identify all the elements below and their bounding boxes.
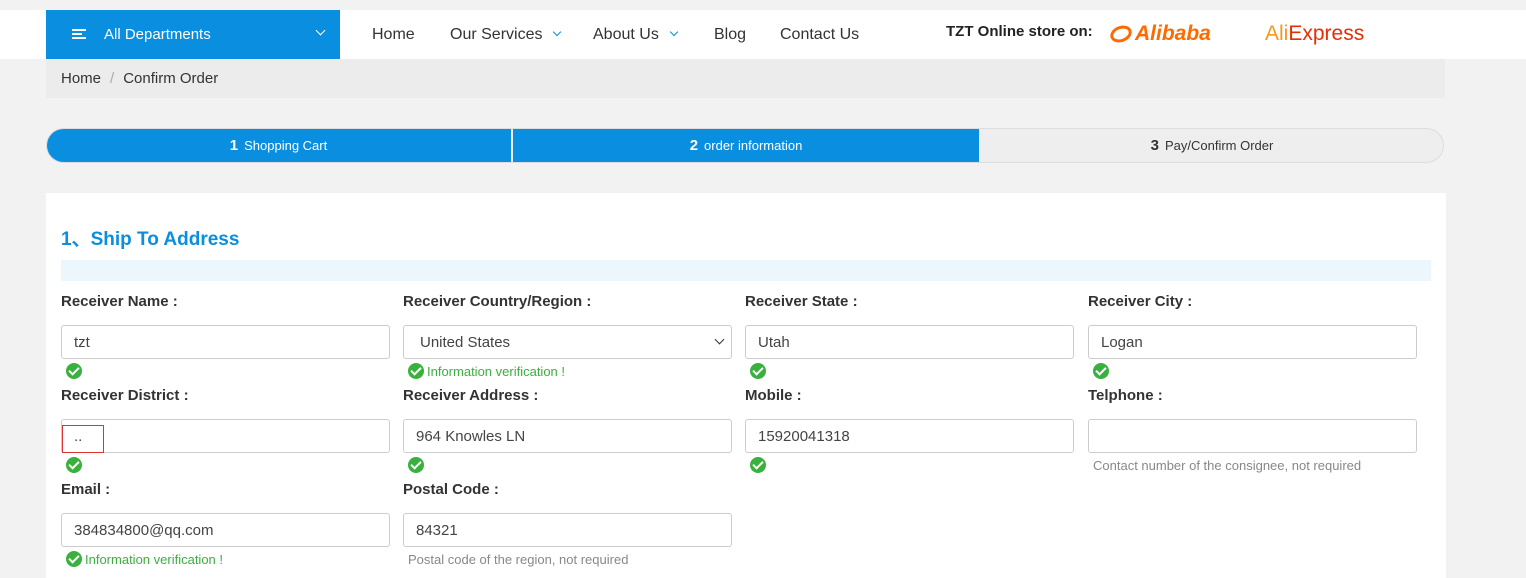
step-number: 3 — [1150, 137, 1159, 154]
postal-code-input[interactable]: 84321 — [403, 513, 732, 547]
nav-our-services-label: Our Services — [450, 25, 543, 43]
aliexpress-label-ali: Ali — [1265, 22, 1289, 45]
breadcrumb: Home / Confirm Order — [46, 59, 1445, 98]
country-verification-message: Information verification ! — [427, 363, 566, 379]
step-shopping-cart[interactable]: 1 Shopping Cart — [47, 129, 511, 162]
check-circle-icon — [66, 363, 82, 379]
email-input[interactable]: 384834800@qq.com — [61, 513, 390, 547]
all-departments-button[interactable]: All Departments — [46, 10, 340, 59]
receiver-district-group: Receiver District : .. — [61, 387, 390, 474]
nav-blog[interactable]: Blog — [714, 10, 746, 59]
top-navigation-bar: All Departments Home Our Services About … — [0, 0, 1526, 59]
receiver-state-group: Receiver State : Utah — [745, 293, 1074, 380]
step-label: Shopping Cart — [244, 138, 328, 153]
postal-code-label: Postal Code : — [403, 481, 499, 498]
receiver-address-label: Receiver Address : — [403, 387, 539, 404]
receiver-city-label: Receiver City : — [1088, 293, 1193, 310]
email-label: Email : — [61, 481, 111, 498]
alibaba-link[interactable]: Alibaba — [1107, 22, 1211, 46]
online-store-label: TZT Online store on: — [946, 23, 1093, 40]
telephone-group: Telphone : Contact number of the consign… — [1088, 387, 1417, 474]
email-value: 384834800@qq.com — [74, 521, 214, 539]
chevron-down-icon — [714, 334, 725, 345]
receiver-district-label: Receiver District : — [61, 387, 189, 404]
receiver-district-input[interactable]: .. — [61, 419, 390, 453]
step-label: order information — [704, 138, 803, 153]
email-verification-message: Information verification ! — [85, 551, 224, 567]
step-label: Pay/Confirm Order — [1164, 138, 1274, 153]
check-circle-icon — [750, 457, 766, 473]
breadcrumb-current: Confirm Order — [123, 70, 219, 87]
menu-icon — [72, 29, 86, 40]
focus-highlight-box — [62, 425, 104, 453]
step-pay-confirm-order: 3 Pay/Confirm Order — [979, 129, 1443, 162]
receiver-city-value: Logan — [1101, 333, 1143, 351]
mobile-label: Mobile : — [745, 387, 802, 404]
check-circle-icon — [408, 457, 424, 473]
mobile-input[interactable]: 15920041318 — [745, 419, 1074, 453]
receiver-address-value: 964 Knowles LN — [416, 427, 526, 445]
chevron-down-icon — [669, 27, 679, 37]
check-circle-icon — [66, 551, 82, 567]
chevron-down-icon — [315, 25, 326, 36]
all-departments-label: All Departments — [104, 26, 211, 43]
nav-our-services[interactable]: Our Services — [450, 10, 562, 59]
check-circle-icon — [750, 363, 766, 379]
receiver-name-value: tzt — [74, 333, 90, 351]
step-order-information: 2 order information — [513, 129, 979, 162]
check-circle-icon — [1093, 363, 1109, 379]
nav-contact-us[interactable]: Contact Us — [780, 10, 859, 59]
telephone-hint: Contact number of the consignee, not req… — [1093, 457, 1362, 473]
nav-contact-us-label: Contact Us — [780, 25, 860, 43]
receiver-state-value: Utah — [758, 333, 790, 351]
chevron-down-icon — [553, 27, 562, 37]
mobile-group: Mobile : 15920041318 — [745, 387, 1074, 474]
nav-about-us-label: About Us — [593, 25, 659, 43]
checkout-progress-steps: 1 Shopping Cart 2 order information 3 Pay/C… — [46, 128, 1444, 163]
nav-about-us[interactable]: About Us — [593, 10, 679, 59]
alibaba-label: Alibaba — [1135, 22, 1211, 45]
postal-code-hint: Postal code of the region, not required — [408, 551, 629, 567]
postal-code-value: 84321 — [416, 521, 458, 539]
receiver-country-select[interactable]: United States — [403, 325, 732, 359]
mobile-value: 15920041318 — [758, 427, 850, 445]
check-circle-icon — [66, 457, 82, 473]
check-circle-icon — [408, 363, 424, 379]
section-title: 1、Ship To Address — [61, 229, 240, 250]
receiver-city-group: Receiver City : Logan — [1088, 293, 1417, 380]
section-band — [61, 260, 1431, 281]
receiver-address-input[interactable]: 964 Knowles LN — [403, 419, 732, 453]
receiver-name-input[interactable]: tzt — [61, 325, 390, 359]
receiver-name-group: Receiver Name : tzt — [61, 293, 390, 380]
ship-to-address-form: 1、Ship To Address Receiver Name : tzt Re… — [46, 193, 1446, 578]
nav-blog-label: Blog — [714, 25, 747, 43]
receiver-country-label: Receiver Country/Region : — [403, 293, 592, 310]
receiver-state-label: Receiver State : — [745, 293, 858, 310]
aliexpress-link[interactable]: AliExpress — [1265, 22, 1364, 46]
aliexpress-label-express: Express — [1288, 22, 1365, 45]
breadcrumb-separator: / — [110, 70, 115, 87]
postal-code-group: Postal Code : 84321 Postal code of the r… — [403, 481, 732, 568]
step-number: 1 — [229, 137, 239, 154]
breadcrumb-home[interactable]: Home — [61, 70, 101, 87]
receiver-city-input[interactable]: Logan — [1088, 325, 1417, 359]
telephone-label: Telphone : — [1088, 387, 1163, 404]
telephone-input[interactable] — [1088, 419, 1417, 453]
receiver-address-group: Receiver Address : 964 Knowles LN — [403, 387, 732, 474]
receiver-country-value: United States — [420, 333, 511, 351]
email-group: Email : 384834800@qq.com Information ver… — [61, 481, 390, 568]
receiver-state-input[interactable]: Utah — [745, 325, 1074, 359]
step-number: 2 — [689, 137, 699, 154]
alibaba-logo-icon — [1107, 22, 1135, 46]
nav-home-label: Home — [372, 25, 415, 43]
receiver-name-label: Receiver Name : — [61, 293, 178, 310]
nav-home[interactable]: Home — [372, 10, 415, 59]
receiver-country-group: Receiver Country/Region : United States … — [403, 293, 732, 380]
